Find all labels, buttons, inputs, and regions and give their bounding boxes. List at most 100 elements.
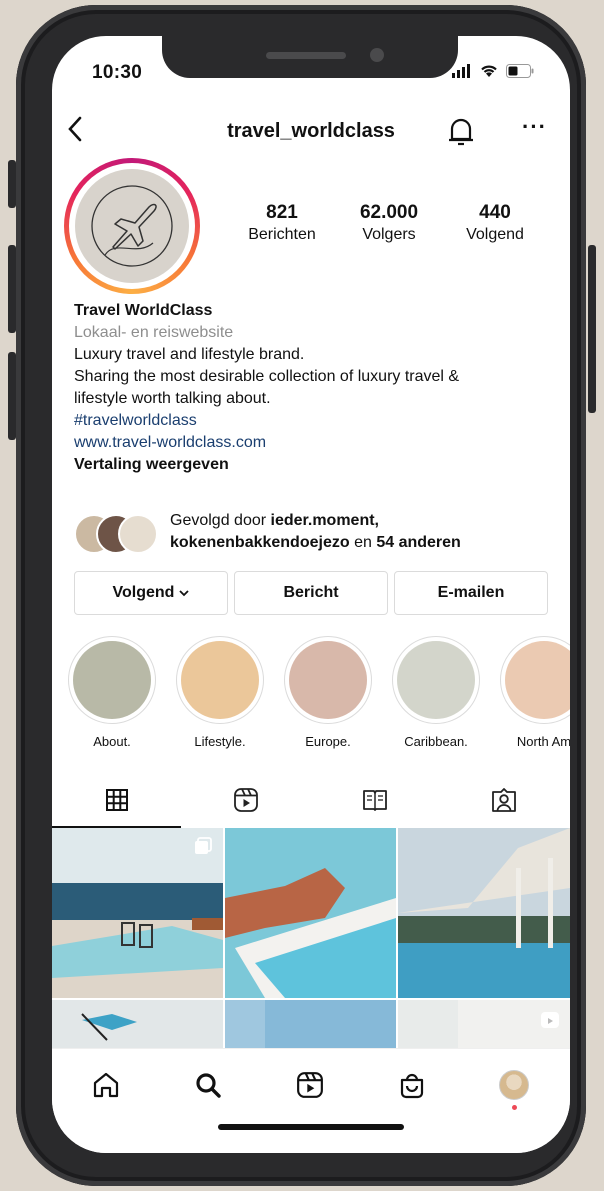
stat-followers-label: Volgers [362, 226, 416, 243]
home-indicator[interactable] [218, 1124, 404, 1130]
highlight-label: North Am [516, 734, 570, 749]
highlight-cover [73, 641, 151, 719]
highlight-label: Europe. [305, 734, 351, 749]
stat-following-count: 440 [479, 202, 511, 223]
phone-side-button [8, 160, 16, 208]
followed-by-text: Gevolgd door ieder.moment, kokenenbakken… [170, 510, 461, 554]
guide-book-icon [362, 790, 387, 811]
speaker [266, 52, 346, 59]
followed-by-prefix: Gevolgd door [170, 512, 267, 529]
profile-bio: Travel WorldClass Lokaal- en reiswebsite… [74, 300, 554, 476]
highlight-europe[interactable]: Europe. [282, 636, 374, 749]
followed-by[interactable]: Gevolgd door ieder.moment, kokenenbakken… [74, 508, 554, 558]
nav-shop[interactable] [392, 1065, 432, 1105]
more-options-icon[interactable]: ··· [522, 114, 547, 140]
following-button[interactable]: Volgend [74, 571, 228, 615]
message-button-label: Bericht [283, 584, 339, 601]
highlight-label: Lifestyle. [194, 734, 246, 749]
tab-reels[interactable] [181, 774, 310, 826]
stat-posts-count: 821 [266, 202, 298, 223]
followed-by-user[interactable]: kokenenbakkendoejezo [170, 534, 350, 551]
tagged-person-icon [491, 788, 516, 812]
grid-icon [105, 789, 128, 811]
highlight-north-america[interactable]: North Am [498, 636, 570, 749]
phone-power-button [588, 245, 596, 413]
post-thumbnail[interactable] [52, 1000, 223, 1048]
search-icon [196, 1073, 221, 1098]
followed-by-others[interactable]: 54 anderen [376, 534, 460, 551]
bio-line: Sharing the most desirable collection of… [74, 368, 460, 385]
airplane-logo-icon [91, 185, 173, 267]
website-link[interactable]: www.travel-worldclass.com [74, 432, 554, 454]
post-image [225, 828, 396, 998]
post-thumbnail[interactable] [52, 828, 223, 998]
shopping-bag-icon [400, 1073, 424, 1099]
message-button[interactable]: Bericht [234, 571, 388, 615]
profile-name: Travel WorldClass [74, 302, 213, 319]
highlight-ring [392, 636, 480, 724]
stat-followers[interactable]: 62.000 Volgers [346, 202, 432, 244]
highlight-about[interactable]: About. [66, 636, 158, 749]
email-button[interactable]: E-mailen [394, 571, 548, 615]
highlight-ring [284, 636, 372, 724]
front-camera [370, 48, 384, 62]
avatar-border [69, 163, 195, 289]
followed-by-user[interactable]: ieder.moment, [271, 512, 379, 529]
battery-icon [506, 64, 534, 78]
highlight-cover [397, 641, 475, 719]
notch [162, 36, 458, 78]
phone-volume-down [8, 352, 16, 440]
highlight-caribbean[interactable]: Caribbean. [390, 636, 482, 749]
post-thumbnail[interactable] [225, 828, 396, 998]
highlight-ring [500, 636, 570, 724]
highlight-cover [505, 641, 570, 719]
profile-category: Lokaal- en reiswebsite [74, 324, 234, 341]
show-translation-link[interactable]: Vertaling weergeven [74, 454, 554, 476]
highlight-cover [181, 641, 259, 719]
chevron-down-icon [179, 590, 190, 597]
post-thumbnail[interactable] [398, 1000, 570, 1048]
profile-username: travel_worldclass [227, 120, 395, 142]
highlight-label: About. [93, 734, 131, 749]
bio-hashtag-link[interactable]: #travelworldclass [74, 410, 554, 432]
reels-icon [233, 788, 258, 812]
profile-header: travel_worldclass ··· [52, 114, 570, 154]
reel-icon [541, 1012, 559, 1028]
stat-followers-count: 62.000 [359, 202, 419, 223]
nav-search[interactable] [188, 1065, 228, 1105]
highlight-cover [289, 641, 367, 719]
post-image [225, 1000, 396, 1048]
profile-avatar-small [499, 1070, 529, 1100]
stat-following-label: Volgend [466, 226, 524, 243]
tab-posts-grid[interactable] [52, 774, 181, 826]
nav-reels[interactable] [290, 1065, 330, 1105]
highlight-ring [68, 636, 156, 724]
tab-guides[interactable] [310, 774, 439, 826]
highlight-label: Caribbean. [404, 734, 468, 749]
bio-line: Luxury travel and lifestyle brand. [74, 346, 305, 363]
posts-grid [52, 828, 570, 1048]
follower-avatar [118, 514, 158, 554]
post-image [52, 1000, 223, 1048]
notification-dot [512, 1105, 517, 1110]
nav-profile[interactable] [494, 1065, 534, 1110]
stat-following[interactable]: 440 Volgend [452, 202, 538, 244]
nav-home[interactable] [86, 1065, 126, 1105]
status-time: 10:30 [92, 62, 143, 83]
reels-icon [297, 1072, 323, 1098]
following-button-label: Volgend [112, 584, 175, 601]
status-icons [452, 64, 534, 78]
phone-volume-up [8, 245, 16, 333]
home-icon [93, 1072, 119, 1098]
tab-tagged[interactable] [439, 774, 568, 826]
wifi-icon [481, 65, 497, 77]
profile-avatar[interactable] [64, 158, 200, 294]
multiple-posts-icon [195, 837, 212, 854]
post-thumbnail[interactable] [398, 828, 570, 998]
bell-icon[interactable] [448, 116, 474, 153]
bio-line: lifestyle worth talking about. [74, 390, 271, 407]
profile-tabs [52, 774, 570, 830]
post-thumbnail[interactable] [225, 1000, 396, 1048]
stat-posts[interactable]: 821 Berichten [240, 202, 324, 244]
highlight-lifestyle[interactable]: Lifestyle. [174, 636, 266, 749]
